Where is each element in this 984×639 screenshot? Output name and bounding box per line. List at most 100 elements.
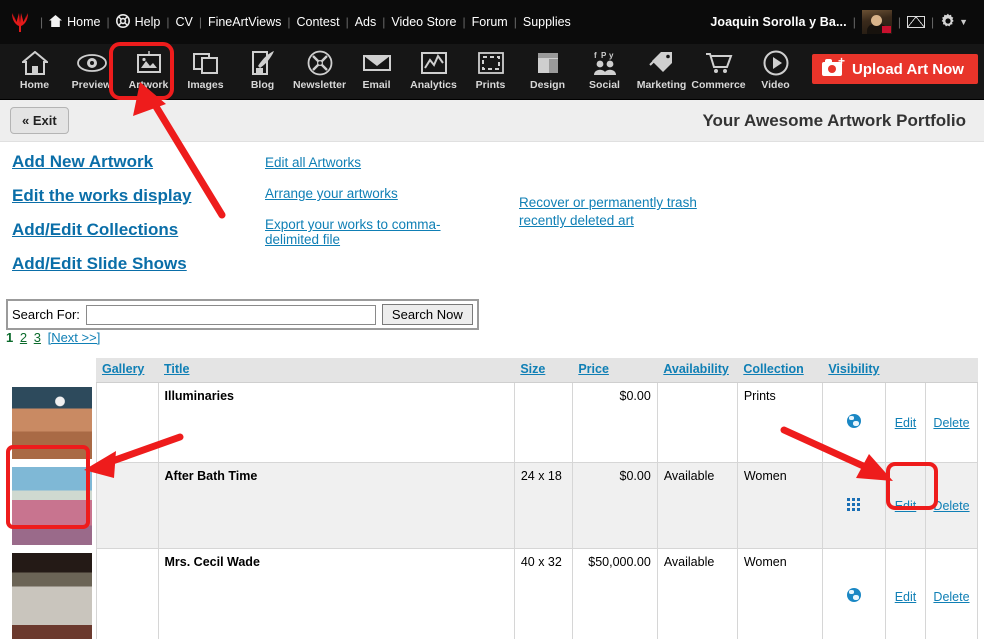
col-size[interactable]: Size bbox=[514, 358, 573, 383]
col-price[interactable]: Price bbox=[572, 358, 658, 383]
search-input[interactable] bbox=[85, 304, 376, 325]
price-tags-icon bbox=[648, 48, 675, 78]
cell-gallery bbox=[95, 382, 159, 463]
nav-label: Commerce bbox=[691, 79, 746, 91]
table-row: Mrs. Cecil Wade 40 x 32 $50,000.00 Avail… bbox=[6, 548, 978, 639]
secondary-action-links: Edit all Artworks Arrange your artworks … bbox=[265, 155, 475, 263]
nav-item-blog[interactable]: Blog bbox=[234, 44, 291, 100]
globe-icon[interactable] bbox=[846, 588, 861, 602]
nav-item-artwork[interactable]: Artwork bbox=[120, 44, 177, 100]
cell-gallery bbox=[95, 548, 159, 639]
top-link-cv[interactable]: CV bbox=[175, 15, 192, 29]
link-export-works-csv[interactable]: Export your works to comma-delimited fil… bbox=[265, 217, 475, 247]
photos-stack-icon bbox=[192, 48, 219, 78]
top-link-ads[interactable]: Ads bbox=[355, 15, 377, 29]
house-icon[interactable] bbox=[49, 14, 63, 30]
link-add-new-artwork[interactable]: Add New Artwork bbox=[12, 152, 192, 172]
exit-button[interactable]: « Exit bbox=[10, 107, 69, 134]
nav-label: Newsletter bbox=[292, 79, 347, 91]
separator: | bbox=[897, 15, 901, 29]
link-add-edit-collections[interactable]: Add/Edit Collections bbox=[12, 220, 192, 240]
top-link-video-store[interactable]: Video Store bbox=[391, 15, 456, 29]
grid-icon[interactable] bbox=[847, 497, 861, 511]
delete-link[interactable]: Delete bbox=[933, 590, 969, 604]
artwork-thumbnail-after-bath-time[interactable] bbox=[12, 466, 92, 545]
nav-item-analytics[interactable]: Analytics bbox=[405, 44, 462, 100]
link-edit-all-artworks[interactable]: Edit all Artworks bbox=[265, 155, 475, 170]
nav-label: Artwork bbox=[128, 79, 169, 91]
nav-item-prints[interactable]: Prints bbox=[462, 44, 519, 100]
globe-icon[interactable] bbox=[846, 414, 861, 428]
pagination-next[interactable]: [Next >>] bbox=[48, 330, 101, 345]
cell-collection: Prints bbox=[736, 382, 823, 463]
nav-item-marketing[interactable]: Marketing bbox=[633, 44, 690, 100]
user-name[interactable]: Joaquin Sorolla y Ba... bbox=[710, 15, 846, 29]
nav-item-email[interactable]: Email bbox=[348, 44, 405, 100]
nav-item-video[interactable]: Video bbox=[747, 44, 804, 100]
avatar[interactable] bbox=[861, 10, 892, 34]
search-label: Search For: bbox=[12, 307, 80, 322]
col-gallery[interactable]: Gallery bbox=[96, 358, 158, 383]
table-header-row: Gallery Title Size Price Availability Co… bbox=[6, 358, 978, 383]
top-link-help[interactable]: Help bbox=[135, 15, 161, 29]
link-recover-deleted-art[interactable]: Recover or permanently trash recently de… bbox=[519, 195, 697, 228]
col-title[interactable]: Title bbox=[158, 358, 515, 383]
nav-label: Video bbox=[761, 79, 790, 91]
pagination-page-3[interactable]: 3 bbox=[34, 330, 41, 345]
artwork-thumbnail-illuminaries[interactable] bbox=[12, 386, 92, 459]
pagination-page-2[interactable]: 2 bbox=[20, 330, 27, 345]
envelope-icon[interactable] bbox=[906, 16, 925, 28]
top-link-forum[interactable]: Forum bbox=[472, 15, 508, 29]
nav-item-images[interactable]: Images bbox=[177, 44, 234, 100]
top-link-contest[interactable]: Contest bbox=[296, 15, 339, 29]
trident-logo-icon[interactable] bbox=[10, 11, 30, 33]
nav-label: Home bbox=[19, 79, 50, 91]
edit-link[interactable]: Edit bbox=[895, 590, 917, 604]
cell-availability: Available bbox=[656, 462, 738, 549]
delete-link[interactable]: Delete bbox=[933, 499, 969, 513]
cell-title: Illuminaries bbox=[157, 382, 515, 463]
link-add-edit-slide-shows[interactable]: Add/Edit Slide Shows bbox=[12, 254, 192, 274]
top-link-fineartviews[interactable]: FineArtViews bbox=[208, 15, 281, 29]
flag-badge-icon bbox=[881, 26, 891, 33]
framed-picture-icon bbox=[136, 48, 162, 78]
settings-menu[interactable]: ▼ bbox=[940, 13, 968, 32]
nav-item-social[interactable]: f P y Social bbox=[576, 44, 633, 100]
delete-link[interactable]: Delete bbox=[933, 416, 969, 430]
col-visibility[interactable]: Visibility bbox=[822, 358, 886, 383]
top-user-area: Joaquin Sorolla y Ba... | | | ▼ bbox=[710, 10, 974, 34]
gear-icon[interactable] bbox=[940, 13, 956, 32]
nav-item-design[interactable]: Design bbox=[519, 44, 576, 100]
page-title: Your Awesome Artwork Portfolio bbox=[702, 110, 966, 130]
col-collection[interactable]: Collection bbox=[737, 358, 823, 383]
table-row: After Bath Time 24 x 18 $0.00 Available … bbox=[6, 462, 978, 549]
top-link-supplies[interactable]: Supplies bbox=[523, 15, 571, 29]
lifebuoy-help-icon[interactable] bbox=[115, 13, 130, 31]
link-edit-works-display[interactable]: Edit the works display bbox=[12, 186, 192, 206]
line-chart-icon bbox=[420, 48, 447, 78]
separator: | bbox=[287, 15, 291, 29]
pagination: 1 2 3 [Next >>] bbox=[6, 330, 100, 345]
artwork-table: Gallery Title Size Price Availability Co… bbox=[6, 358, 978, 639]
nav-item-commerce[interactable]: Commerce bbox=[690, 44, 747, 100]
separator: | bbox=[345, 15, 349, 29]
nav-item-preview[interactable]: Preview bbox=[63, 44, 120, 100]
nav-item-newsletter[interactable]: Newsletter bbox=[291, 44, 348, 100]
nav-label: Prints bbox=[475, 79, 506, 91]
col-availability[interactable]: Availability bbox=[657, 358, 738, 383]
chevron-down-icon[interactable]: ▼ bbox=[959, 17, 968, 27]
upload-art-now-button[interactable]: + Upload Art Now bbox=[812, 54, 978, 84]
nav-label: Email bbox=[362, 79, 391, 91]
cell-price: $50,000.00 bbox=[571, 548, 658, 639]
row-thumbnail-cell bbox=[6, 463, 96, 549]
edit-link[interactable]: Edit bbox=[895, 499, 917, 513]
nav-item-home[interactable]: Home bbox=[6, 44, 63, 100]
top-link-home[interactable]: Home bbox=[67, 15, 100, 29]
edit-link[interactable]: Edit bbox=[895, 416, 917, 430]
artwork-thumbnail-mrs-cecil-wade[interactable] bbox=[12, 552, 92, 639]
link-arrange-your-artworks[interactable]: Arrange your artworks bbox=[265, 186, 475, 201]
cell-edit: Edit bbox=[885, 462, 926, 549]
svg-text:P: P bbox=[601, 51, 607, 60]
search-now-button[interactable]: Search Now bbox=[381, 304, 473, 325]
row-thumbnail-cell bbox=[6, 383, 96, 463]
